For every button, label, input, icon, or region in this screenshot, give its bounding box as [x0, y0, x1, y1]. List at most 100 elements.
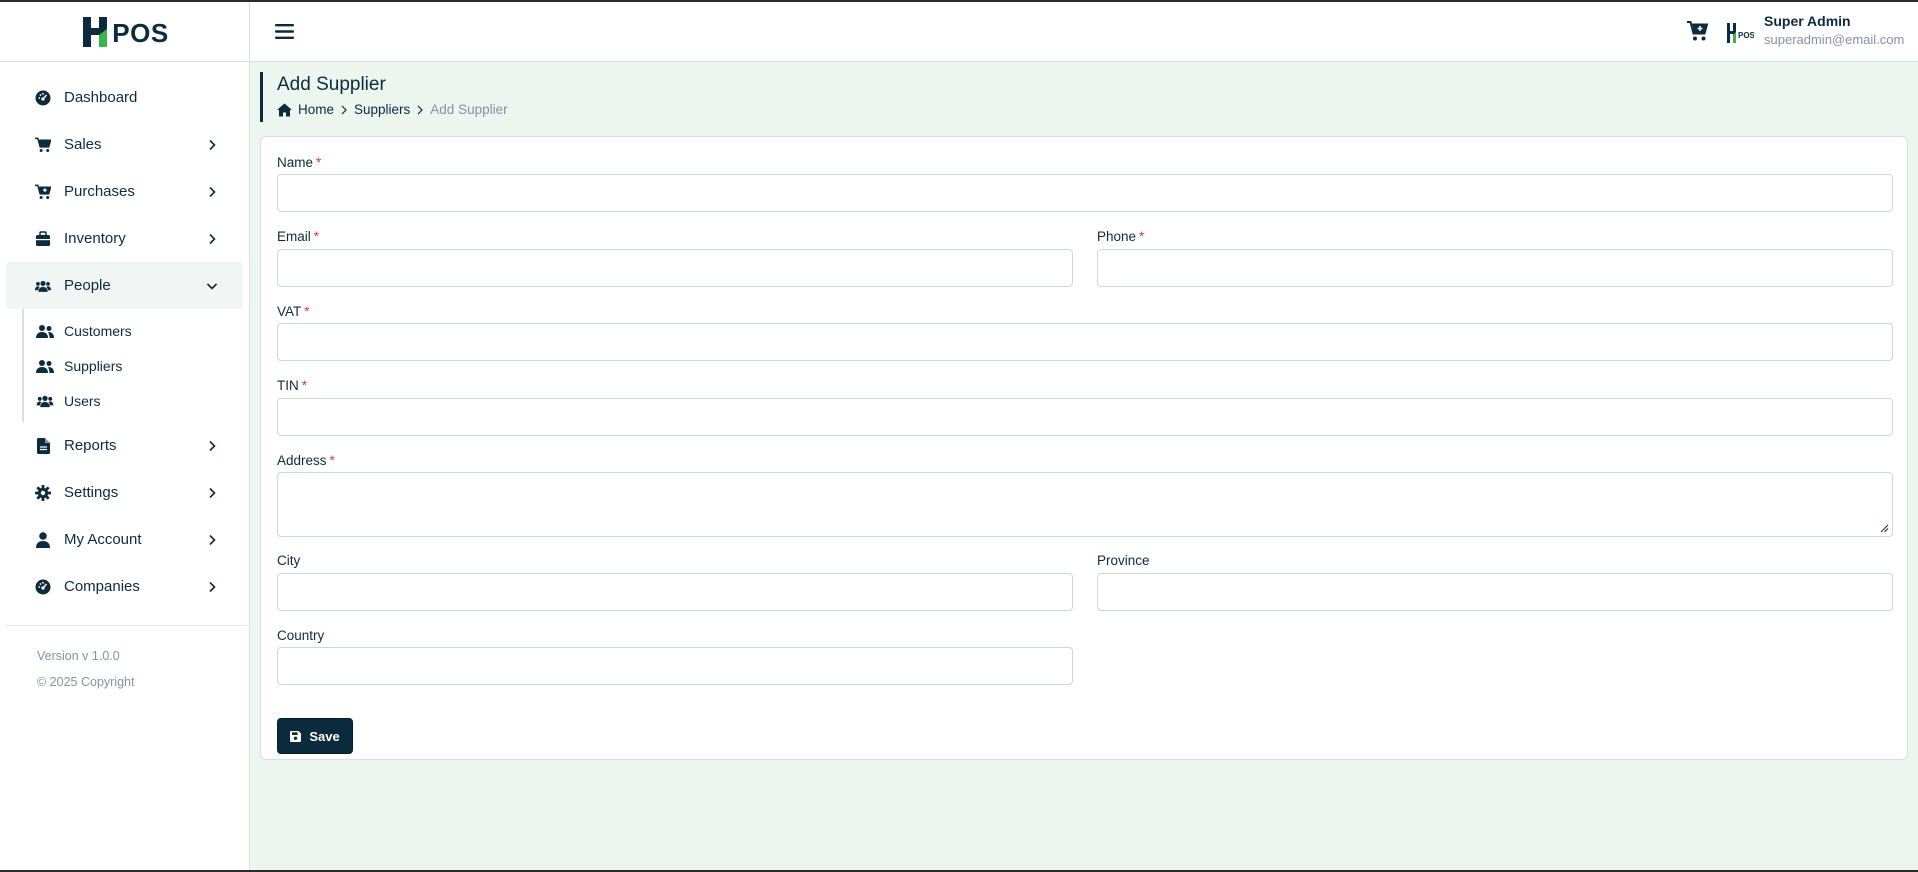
chevron-down-icon	[206, 282, 218, 290]
required-mark: *	[1139, 229, 1145, 244]
country-input[interactable]	[277, 647, 1073, 685]
logo-text: POS	[112, 18, 169, 48]
required-mark: *	[329, 453, 335, 468]
sidebar-nav: Dashboard Sales Purchases Inventory Peop…	[0, 62, 249, 610]
sidebar-item-my-account[interactable]: My Account	[6, 516, 243, 563]
required-mark: *	[316, 155, 322, 170]
sidebar-item-label: People	[64, 277, 111, 294]
vat-input[interactable]	[277, 323, 1893, 361]
save-button[interactable]: Save	[277, 718, 353, 754]
address-label-text: Address	[277, 453, 327, 468]
name-input[interactable]	[277, 174, 1893, 212]
file-icon	[35, 437, 51, 454]
required-mark: *	[301, 378, 308, 393]
address-textarea[interactable]	[277, 472, 1893, 537]
sidebar-subitem-customers[interactable]: Customers	[24, 313, 249, 348]
phone-label: Phone *	[1097, 229, 1144, 244]
chevron-right-icon	[417, 105, 424, 114]
svg-text:POS: POS	[1738, 31, 1754, 40]
breadcrumb-home[interactable]: Home	[298, 102, 334, 117]
tin-input[interactable]	[277, 398, 1893, 436]
sidebar-item-label: Reports	[64, 437, 117, 454]
user-info[interactable]: Super Admin superadmin@email.com	[1764, 13, 1904, 47]
user-group-icon	[36, 359, 54, 373]
sidebar-item-label: Settings	[64, 484, 119, 501]
sidebar-item-label: Purchases	[64, 183, 135, 200]
users-icon	[35, 278, 51, 294]
user-group-icon	[36, 324, 54, 338]
sidebar-item-purchases[interactable]: Purchases	[6, 168, 243, 215]
vat-label-text: VAT	[277, 304, 302, 319]
country-label: Country	[277, 628, 324, 643]
sidebar-subitem-label: Users	[64, 392, 101, 409]
topbar: POS Super Admin superadmin@email.com	[250, 2, 1918, 62]
chevron-right-icon	[209, 487, 216, 498]
add-supplier-form: Name * Email * Phone * VAT * TIN * Address *	[260, 136, 1908, 760]
users-icon	[36, 395, 54, 407]
sidebar-item-inventory[interactable]: Inventory	[6, 215, 243, 262]
home-icon	[277, 103, 292, 116]
main-content: Add Supplier Home Suppliers Add Supplier…	[250, 62, 1918, 870]
sidebar-item-reports[interactable]: Reports	[6, 422, 243, 469]
resize-handle-icon[interactable]	[1880, 524, 1889, 533]
sidebar-item-dashboard[interactable]: Dashboard	[6, 74, 243, 121]
city-input[interactable]	[277, 573, 1073, 611]
breadcrumb-suppliers[interactable]: Suppliers	[354, 102, 410, 117]
user-email: superadmin@email.com	[1764, 32, 1905, 47]
email-label-text: Email	[277, 229, 311, 244]
user-icon	[35, 531, 51, 548]
chevron-right-icon	[209, 440, 216, 451]
sidebar-item-people[interactable]: People	[6, 262, 243, 309]
cart-plus-icon	[35, 184, 51, 200]
page-header: Add Supplier Home Suppliers Add Supplier	[260, 72, 660, 122]
sidebar-item-sales[interactable]: Sales	[6, 121, 243, 168]
breadcrumb-current: Add Supplier	[430, 102, 508, 117]
province-label: Province	[1097, 553, 1150, 568]
sidebar-item-companies[interactable]: Companies	[6, 563, 243, 610]
sidebar-item-label: Sales	[64, 136, 102, 153]
user-avatar-logo-icon: POS	[1727, 23, 1754, 43]
version-text: Version v 1.0.0	[37, 649, 120, 663]
sidebar-item-label: Inventory	[64, 230, 126, 247]
vat-label: VAT *	[277, 304, 310, 319]
chevron-right-icon	[209, 139, 216, 150]
cart-icon	[35, 137, 51, 153]
user-name: Super Admin	[1764, 13, 1851, 29]
page-title: Add Supplier	[277, 74, 386, 95]
dashboard-icon	[35, 579, 51, 595]
required-mark: *	[313, 229, 320, 244]
dashboard-icon	[35, 90, 51, 106]
sidebar-subitem-suppliers[interactable]: Suppliers	[24, 348, 249, 383]
sidebar-item-label: Companies	[64, 578, 140, 595]
phone-input[interactable]	[1097, 249, 1893, 287]
hamburger-menu-icon[interactable]	[275, 23, 294, 40]
sidebar: POS Dashboard Sales Purchases Inventory …	[0, 2, 250, 870]
app-logo[interactable]: POS	[80, 14, 168, 49]
sidebar-item-settings[interactable]: Settings	[6, 469, 243, 516]
required-mark: *	[304, 304, 310, 319]
province-label-text: Province	[1097, 553, 1150, 568]
floppy-disk-icon	[290, 730, 302, 742]
country-label-text: Country	[277, 628, 325, 643]
gear-icon	[35, 484, 51, 501]
logo-mark-icon	[83, 16, 108, 47]
email-input[interactable]	[277, 249, 1073, 287]
sidebar-subitem-users[interactable]: Users	[24, 383, 249, 418]
province-input[interactable]	[1097, 573, 1893, 611]
sidebar-item-label: My Account	[64, 531, 142, 548]
chevron-right-icon	[209, 186, 216, 197]
name-label: Name *	[277, 155, 321, 170]
box-icon	[35, 230, 51, 247]
city-label: City	[277, 553, 300, 568]
city-label-text: City	[277, 553, 301, 568]
name-label-text: Name	[277, 155, 314, 170]
chevron-right-icon	[209, 233, 216, 244]
sidebar-subitem-label: Customers	[64, 322, 132, 339]
sidebar-subitem-label: Suppliers	[64, 357, 123, 374]
cart-plus-icon[interactable]	[1686, 19, 1710, 43]
logo-area: POS	[0, 2, 249, 62]
email-label: Email *	[277, 229, 319, 244]
chevron-right-icon	[209, 581, 216, 592]
copyright-text: © 2025 Copyright	[37, 675, 135, 689]
phone-label-text: Phone	[1097, 229, 1137, 244]
